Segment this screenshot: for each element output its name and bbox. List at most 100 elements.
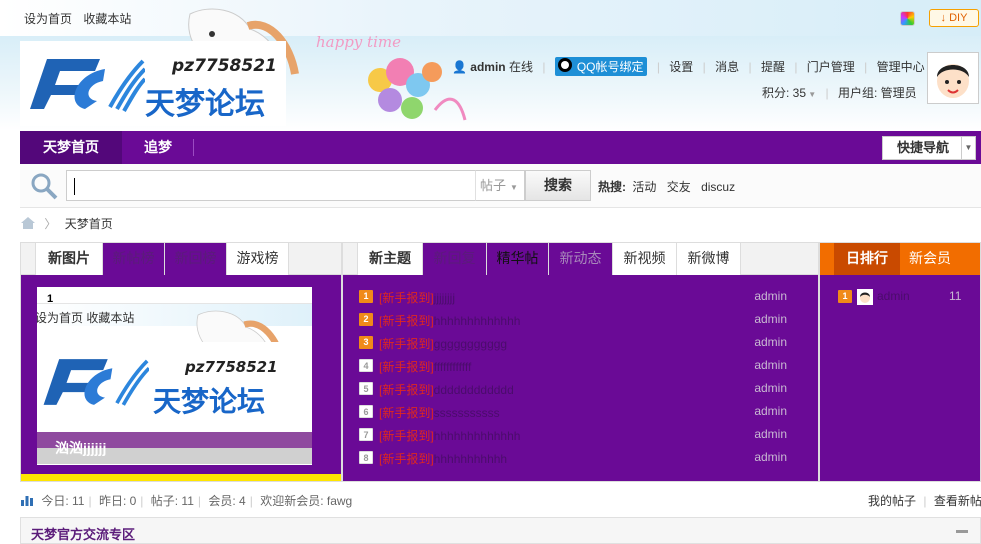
avatar-face-icon — [928, 53, 978, 103]
site-logo[interactable]: pz7758521 天梦论坛 — [20, 41, 286, 126]
forum-section-header: 天梦官方交流专区 — [20, 517, 981, 544]
hot-search-item[interactable]: 活动 — [632, 180, 656, 194]
thread-list: 1 [新手报到]jjjjjjjj admin 2 [新手报到]hhhhhhhhhhhh… — [343, 275, 818, 481]
diy-label: DIY — [949, 12, 968, 24]
logo-title: 天梦论坛 — [145, 88, 265, 121]
slide-logo-mark-icon — [43, 359, 149, 406]
new-posts-link[interactable]: 查看新帖 — [934, 494, 981, 508]
online-status: 在线 — [508, 60, 533, 74]
stat-members: 会员: 4 — [208, 494, 246, 508]
tab-new-videos[interactable]: 新视频 — [613, 243, 677, 275]
logo-id: pz7758521 — [172, 56, 277, 76]
search-icon — [31, 173, 58, 200]
qq-bind-label: QQ帐号绑定 — [576, 60, 644, 74]
tab-new-threads[interactable]: 新主题 — [357, 243, 423, 276]
thread-panel-tabs: 新主题 新回复 精华帖 新动态 新视频 新微博 — [343, 243, 818, 276]
diy-button[interactable]: ↓ DIY — [929, 9, 979, 27]
image-panel-tabs: 新图片 新帖榜 新回榜 游戏榜 — [21, 243, 341, 276]
settings-link[interactable]: 设置 — [669, 60, 693, 74]
tab-digest[interactable]: 精华帖 — [487, 243, 549, 275]
quick-nav-button[interactable]: 快捷导航 ▼ — [882, 136, 976, 160]
main-nav: 天梦首页 追梦 — [20, 131, 981, 164]
breadcrumb-home[interactable]: 天梦首页 — [65, 217, 113, 231]
rank-count: 11 — [949, 289, 962, 303]
ranking-panel: 日排行 新会员 1 admin 11 — [819, 242, 981, 482]
user-avatar[interactable] — [927, 52, 979, 104]
stat-welcome[interactable]: 欢迎新会员: fawg — [260, 494, 352, 508]
top-links: 设为首页 收藏本站 — [24, 10, 139, 27]
tab-daily-rank[interactable]: 日排行 — [834, 243, 900, 275]
tab-games-rank[interactable]: 游戏榜 — [227, 243, 289, 275]
slide-progress-bar — [21, 474, 341, 481]
user-info-line: 👤 admin 在线 | QQ帐号绑定 | 设置 | 消息 | 提醒 | 门户管… — [452, 57, 970, 76]
username-link[interactable]: admin — [470, 60, 505, 74]
slide-logo: pz7758521 天梦论坛 — [37, 342, 299, 422]
stat-posts: 帖子: 11 — [150, 494, 194, 508]
tab-new-replies[interactable]: 新回复 — [423, 243, 487, 275]
search-input[interactable] — [66, 170, 476, 201]
notice-link[interactable]: 提醒 — [761, 60, 785, 74]
list-item[interactable]: 7 [新手报到]hhhhhhhhhhhhh admin — [343, 423, 803, 446]
stat-today: 今日: 11 — [41, 494, 85, 508]
hot-search-item[interactable]: discuz — [701, 180, 735, 194]
slide-set-home: 设为首页 — [37, 311, 84, 325]
list-item[interactable]: 4 [新手报到]ffffffffffff admin — [343, 354, 803, 377]
tab-new-weibo[interactable]: 新微博 — [677, 243, 741, 275]
user-stats-line: 积分: 35 ▼ | 用户组: 管理员 — [762, 86, 917, 100]
ranking-list: 1 admin 11 — [820, 275, 980, 481]
user-icon: 👤 — [452, 60, 467, 74]
tab-new-replies-rank[interactable]: 新回榜 — [165, 243, 227, 275]
breadcrumb: 〉 天梦首页 — [20, 215, 113, 233]
set-home-link[interactable]: 设为首页 — [24, 12, 72, 26]
chevron-down-icon: ▼ — [961, 137, 975, 159]
my-posts-link[interactable]: 我的帖子 — [868, 494, 916, 508]
slide-top-links: 设为首页 收藏本站 — [37, 309, 134, 326]
chart-icon — [21, 496, 33, 506]
search-type-label: 帖子 — [480, 178, 507, 193]
messages-link[interactable]: 消息 — [715, 60, 739, 74]
tab-new-posts-rank[interactable]: 新帖榜 — [103, 243, 165, 275]
thread-panel: 新主题 新回复 精华帖 新动态 新视频 新微博 1 [新手报到]jjjjjjjj a… — [342, 242, 819, 482]
color-scheme-icon[interactable] — [900, 11, 915, 26]
search-type-select[interactable]: 帖子 ▼ — [475, 170, 525, 201]
qq-bind-button[interactable]: QQ帐号绑定 — [554, 57, 648, 76]
tab-new-members[interactable]: 新会员 — [900, 243, 960, 275]
list-item[interactable]: 8 [新手报到]hhhhhhhhhhh admin — [343, 446, 803, 469]
slide-bookmark: 收藏本站 — [86, 311, 135, 325]
slide-logo-id: pz7758521 — [185, 358, 278, 376]
user-group-link[interactable]: 用户组: 管理员 — [838, 86, 917, 100]
hot-search-item[interactable]: 交友 — [667, 180, 691, 194]
forum-stats: 今日: 11 | 昨日: 0 | 帖子: 11 | 会员: 4 | 欢迎新会员: faw… — [20, 492, 352, 509]
list-item[interactable]: 1 [新手报到]jjjjjjjj admin — [343, 285, 803, 308]
search-button[interactable]: 搜索 — [525, 170, 591, 201]
nav-tab-dream[interactable]: 追梦 — [122, 131, 194, 164]
collapse-icon[interactable] — [956, 530, 968, 533]
tab-new-activity[interactable]: 新动态 — [549, 243, 613, 275]
logo-mark-icon — [30, 59, 145, 112]
portal-admin-link[interactable]: 门户管理 — [807, 60, 855, 74]
rank-username[interactable]: admin — [877, 289, 910, 303]
admin-center-link[interactable]: 管理中心 — [877, 60, 925, 74]
stat-yesterday: 昨日: 0 — [98, 494, 137, 508]
quick-nav-label: 快捷导航 — [897, 140, 950, 155]
hot-search: 热搜: 活动 交友 discuz — [598, 178, 742, 195]
points-link[interactable]: 积分: 35 — [762, 86, 806, 100]
top-bar: 设为首页 收藏本站 — [0, 0, 981, 36]
tab-new-images[interactable]: 新图片 — [35, 243, 103, 276]
section-title[interactable]: 天梦官方交流专区 — [31, 524, 135, 543]
list-item[interactable]: 3 [新手报到]ggggggggggg admin — [343, 331, 803, 354]
stats-links: 我的帖子 | 查看新帖 — [868, 494, 981, 508]
nav-tab-home[interactable]: 天梦首页 — [20, 131, 122, 164]
avatar-icon[interactable] — [857, 289, 873, 305]
list-item[interactable]: 5 [新手报到]dddddddddddd admin — [343, 377, 803, 400]
qq-icon — [557, 58, 572, 72]
slide-title[interactable]: 汹汹jjjjjj — [55, 438, 106, 458]
bookmark-link[interactable]: 收藏本站 — [83, 12, 131, 26]
list-item[interactable]: 1 admin 11 — [820, 285, 980, 309]
home-icon[interactable] — [20, 216, 36, 230]
list-item[interactable]: 2 [新手报到]hhhhhhhhhhhhh admin — [343, 308, 803, 331]
slide-logo-title: 天梦论坛 — [153, 386, 266, 417]
list-item[interactable]: 6 [新手报到]sssssssssss admin — [343, 400, 803, 423]
happy-time-text: happy time — [316, 33, 401, 51]
ranking-panel-tabs: 日排行 新会员 — [820, 243, 980, 275]
